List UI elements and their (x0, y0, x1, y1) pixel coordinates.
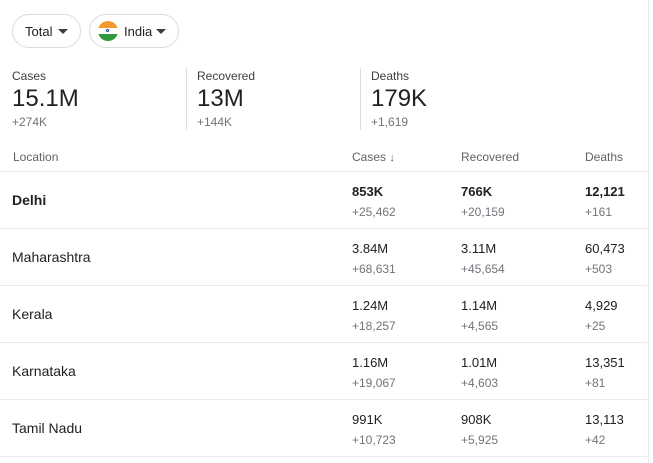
table-row[interactable]: Karnataka 1.16M +19,067 1.01M +4,603 13,35… (0, 343, 647, 400)
cell-value: 4,929 (585, 298, 618, 313)
india-flag-icon (98, 21, 118, 41)
cell-delta: +4,565 (461, 319, 499, 333)
row-cases: 853K +25,462 (352, 183, 396, 220)
row-recovered: 1.14M +4,565 (461, 297, 498, 334)
cell-value: 908K (461, 412, 492, 427)
cell-value: 1.24M (352, 298, 389, 313)
cell-value: 1.01M (461, 355, 498, 370)
cell-delta: +45,654 (461, 262, 505, 276)
cell-value: 766K (461, 184, 493, 199)
panel-edge (648, 0, 649, 463)
cell-delta: +25,462 (352, 205, 396, 219)
sort-arrow-icon: ↓ (389, 152, 395, 164)
row-cases: 3.84M +68,631 (352, 240, 396, 277)
cell-value: 1.16M (352, 355, 389, 370)
cell-value: 3.11M (461, 241, 497, 256)
summary-value: 15.1M (12, 85, 79, 112)
table-header: Location Cases ↓ Recovered Deaths (0, 142, 647, 172)
row-cases: 1.24M +18,257 (352, 297, 396, 334)
cell-delta: +68,631 (352, 262, 396, 276)
summary-label: Cases (12, 69, 47, 83)
cell-delta: +18,257 (352, 319, 396, 333)
cases-header-label: Cases (352, 150, 387, 164)
cell-delta: +5,925 (461, 433, 499, 447)
location-table: Location Cases ↓ Recovered Deaths Delhi … (0, 142, 647, 457)
metric-dropdown-label: Total (25, 23, 53, 39)
cell-delta: +4,603 (461, 376, 499, 390)
location-column-header[interactable]: Location (13, 150, 58, 164)
row-recovered: 766K +20,159 (461, 183, 505, 220)
cell-delta: +42 (585, 433, 606, 447)
row-cases: 991K +10,723 (352, 411, 396, 448)
row-location: Tamil Nadu (12, 420, 83, 436)
table-row[interactable]: Tamil Nadu 991K +10,723 908K +5,925 13,113… (0, 400, 647, 457)
cell-value: 991K (352, 412, 383, 427)
cell-value: 853K (352, 184, 384, 199)
metric-dropdown[interactable]: Total (12, 14, 81, 48)
table-row[interactable]: Kerala 1.24M +18,257 1.14M +4,565 4,929 +25 (0, 286, 647, 343)
row-recovered: 3.11M +45,654 (461, 240, 505, 277)
cell-value: 1.14M (461, 298, 498, 313)
table-row[interactable]: Delhi 853K +25,462 766K +20,159 12,121 +161 (0, 172, 647, 229)
row-deaths: 13,113 +42 (585, 411, 624, 448)
summary-label: Recovered (197, 69, 256, 83)
summary-value: 13M (197, 85, 244, 112)
cell-value: 60,473 (585, 241, 625, 256)
row-recovered: 908K +5,925 (461, 411, 498, 448)
filter-chips: Total India (12, 14, 179, 48)
cell-delta: +503 (585, 262, 613, 276)
deaths-column-header[interactable]: Deaths (585, 150, 623, 164)
row-location: Kerala (12, 306, 53, 322)
cell-delta: +25 (585, 319, 606, 333)
summary-stats: Cases 15.1M +274K Recovered 13M +144K De… (12, 68, 510, 130)
cell-value: 13,351 (585, 355, 625, 370)
cell-delta: +19,067 (352, 376, 396, 390)
cell-delta: +20,159 (461, 205, 505, 219)
cell-delta: +10,723 (352, 433, 396, 447)
summary-delta: +1,619 (371, 115, 409, 129)
row-cases: 1.16M +19,067 (352, 354, 396, 391)
summary-delta: +144K (197, 115, 233, 129)
row-location: Karnataka (12, 363, 76, 379)
cell-value: 12,121 (585, 184, 625, 199)
recovered-column-header[interactable]: Recovered (461, 150, 519, 164)
row-deaths: 4,929 +25 (585, 297, 618, 334)
summary-deaths: Deaths 179K +1,619 (360, 68, 510, 130)
row-location: Maharashtra (12, 249, 91, 265)
table-row[interactable]: Maharashtra 3.84M +68,631 3.11M +45,654 60… (0, 229, 647, 286)
row-recovered: 1.01M +4,603 (461, 354, 498, 391)
caret-down-icon (156, 28, 166, 34)
row-deaths: 13,351 +81 (585, 354, 625, 391)
cell-delta: +81 (585, 376, 606, 390)
country-dropdown-label: India (124, 23, 153, 39)
summary-label: Deaths (371, 69, 410, 83)
cell-value: 3.84M (352, 241, 389, 256)
row-deaths: 60,473 +503 (585, 240, 625, 277)
row-location: Delhi (12, 192, 47, 208)
row-deaths: 12,121 +161 (585, 183, 625, 220)
cases-column-header[interactable]: Cases ↓ (352, 150, 395, 164)
summary-value: 179K (371, 85, 428, 112)
country-dropdown[interactable]: India (89, 14, 179, 48)
cell-value: 13,113 (585, 412, 624, 427)
summary-cases: Cases 15.1M +274K (12, 68, 186, 130)
summary-recovered: Recovered 13M +144K (186, 68, 360, 130)
caret-down-icon (58, 28, 68, 34)
summary-delta: +274K (12, 115, 48, 129)
cell-delta: +161 (585, 205, 613, 219)
